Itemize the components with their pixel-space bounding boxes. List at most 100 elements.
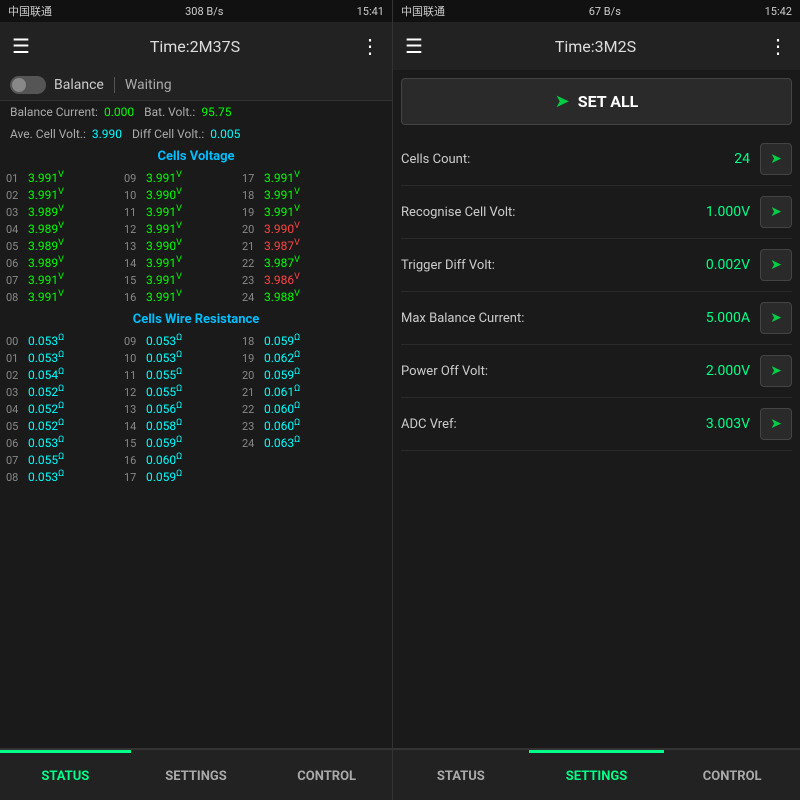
setting-value: 24 [680,151,750,167]
setting-value: 0.002V [680,257,750,273]
setting-value: 5.000A [680,310,750,326]
left-balance-bar: Balance Waiting [0,70,392,101]
waiting-label: Waiting [114,77,172,93]
cell-wire-item: 150.059Ω [124,435,234,450]
right-title: Time:3M2S [555,37,636,56]
setting-label: Trigger Diff Volt: [401,258,680,273]
cell-voltage-item: 123.991V [124,221,234,236]
cell-wire-item: 170.059Ω [124,469,234,484]
setting-value: 1.000V [680,204,750,220]
right-carrier: 中国联通 [401,3,445,19]
balance-toggle[interactable] [10,76,46,94]
left-speed: 308 B/s [185,5,223,18]
setting-value: 2.000V [680,363,750,379]
right-hamburger-icon[interactable]: ☰ [405,34,423,58]
cell-wire-item: 000.053Ω [6,333,116,348]
right-dots-icon[interactable]: ⋮ [768,34,788,58]
bat-volt-val: 95.75 [201,105,231,119]
setting-label: Cells Count: [401,152,680,167]
setting-label: Recognise Cell Volt: [401,205,680,220]
cell-wire-item: 100.053Ω [124,350,234,365]
balance-label: Balance [54,77,104,93]
cell-wire-item: 180.059Ω [242,333,352,348]
right-time: 15:42 [765,5,792,18]
cell-voltage-item: 143.991V [124,255,234,270]
left-top-bar: ☰ Time:2M37S ⋮ [0,22,392,70]
cells-wire-row: 060.053Ω150.059Ω240.063Ω [6,435,386,450]
setting-row: Cells Count: 24 ➤ [401,133,792,186]
cells-wire-header: Cells Wire Resistance [0,308,392,331]
cell-wire-item: 010.053Ω [6,350,116,365]
cell-voltage-item: 223.987V [242,255,352,270]
cells-wire-row: 070.055Ω160.060Ω [6,452,386,467]
left-time: 15:41 [357,5,384,18]
cell-voltage-item: 043.989V [6,221,116,236]
setting-send-button-4[interactable]: ➤ [760,355,792,387]
right-nav-status[interactable]: STATUS [393,750,529,800]
right-nav-settings[interactable]: SETTINGS [529,750,665,800]
cell-wire-item: 240.063Ω [242,435,352,450]
cells-wire-row: 050.052Ω140.058Ω230.060Ω [6,418,386,433]
right-panel: 中国联通 67 B/s 15:42 ☰ Time:3M2S ⋮ ➤ SET AL… [393,0,800,800]
info-row: Balance Current: 0.000 Bat. Volt.: 95.75 [0,101,392,123]
cell-voltage-item: 243.988V [242,289,352,304]
cells-wire-row: 020.054Ω110.055Ω200.059Ω [6,367,386,382]
cells-voltage-row: 053.989V133.990V213.987V [6,238,386,253]
cell-wire-item: 220.060Ω [242,401,352,416]
cell-wire-item: 080.053Ω [6,469,116,484]
info-row2: Ave. Cell Volt.: 3.990 Diff Cell Volt.: … [0,123,392,145]
cell-wire-item: 070.055Ω [6,452,116,467]
setting-label: ADC Vref: [401,417,680,432]
ave-cell-label: Ave. Cell Volt.: [10,127,86,141]
left-status-bar: 中国联通 308 B/s 15:41 [0,0,392,22]
setting-row: Recognise Cell Volt: 1.000V ➤ [401,186,792,239]
cells-voltage-header: Cells Voltage [0,145,392,168]
cell-voltage-item: 073.991V [6,272,116,287]
diff-cell-label: Diff Cell Volt.: [132,127,204,141]
left-nav-control[interactable]: CONTROL [261,750,392,800]
cell-voltage-item: 063.989V [6,255,116,270]
cell-wire-item: 230.060Ω [242,418,352,433]
setting-label: Power Off Volt: [401,364,680,379]
setting-send-button-2[interactable]: ➤ [760,249,792,281]
left-dots-icon[interactable]: ⋮ [360,34,380,58]
cell-voltage-item: 233.986V [242,272,352,287]
cell-wire-item: 200.059Ω [242,367,352,382]
left-bottom-nav: STATUS SETTINGS CONTROL [0,748,392,800]
setting-send-button-5[interactable]: ➤ [760,408,792,440]
diff-cell-val: 0.005 [210,127,240,141]
setting-row: Trigger Diff Volt: 0.002V ➤ [401,239,792,292]
cell-wire-item: 040.052Ω [6,401,116,416]
cells-voltage-grid: 013.991V093.991V173.991V023.991V103.990V… [0,168,392,308]
cells-wire-row: 040.052Ω130.056Ω220.060Ω [6,401,386,416]
right-nav-control[interactable]: CONTROL [664,750,800,800]
cells-wire-row: 000.053Ω090.053Ω180.059Ω [6,333,386,348]
setting-send-button-1[interactable]: ➤ [760,196,792,228]
right-speed: 67 B/s [589,5,621,18]
left-scroll-area: 013.991V093.991V173.991V023.991V103.990V… [0,168,392,748]
cell-voltage-item: 033.989V [6,204,116,219]
cell-voltage-item: 153.991V [124,272,234,287]
bat-volt-label: Bat. Volt.: [144,105,195,119]
cell-voltage-item: 193.991V [242,204,352,219]
setting-label: Max Balance Current: [401,311,680,326]
left-nav-settings[interactable]: SETTINGS [131,750,262,800]
cell-wire-item: 140.058Ω [124,418,234,433]
cell-voltage-item: 103.990V [124,187,234,202]
setting-row: Power Off Volt: 2.000V ➤ [401,345,792,398]
set-all-button[interactable]: ➤ SET ALL [401,78,792,125]
left-hamburger-icon[interactable]: ☰ [12,34,30,58]
cells-voltage-row: 063.989V 143.991V 223.987V [6,255,386,270]
left-panel: 中国联通 308 B/s 15:41 ☰ Time:2M37S ⋮ Balanc… [0,0,393,800]
setting-send-button-3[interactable]: ➤ [760,302,792,334]
cells-voltage-row: 023.991V103.990V183.991V [6,187,386,202]
cells-wire-row: 010.053Ω100.053Ω190.062Ω [6,350,386,365]
cells-voltage-row: 033.989V113.991V193.991V [6,204,386,219]
setting-row: ADC Vref: 3.003V ➤ [401,398,792,451]
set-all-label: SET ALL [578,92,639,111]
cell-wire-item: 120.055Ω [124,384,234,399]
cell-voltage-item: 023.991V [6,187,116,202]
cell-voltage-item: 163.991V [124,289,234,304]
left-nav-status[interactable]: STATUS [0,750,131,800]
setting-send-button-0[interactable]: ➤ [760,143,792,175]
